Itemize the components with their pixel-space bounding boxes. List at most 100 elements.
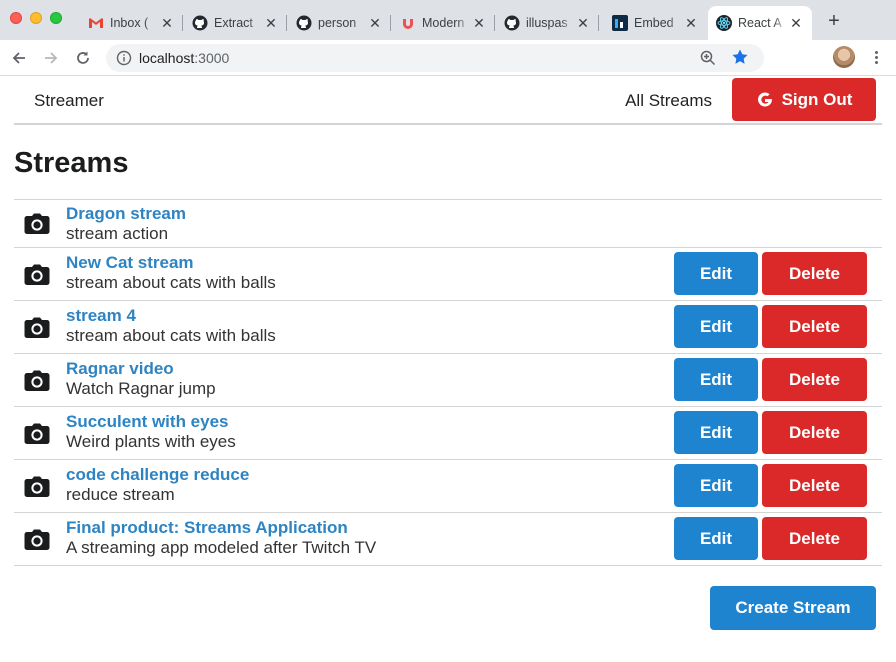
app-page: Streamer All Streams Sign Out Streams Dr… (0, 77, 896, 662)
delete-stream-button[interactable]: Delete (762, 252, 867, 295)
edit-stream-button[interactable]: Edit (674, 517, 758, 560)
stream-list-item: Dragon stream stream action (14, 200, 882, 248)
forward-arrow-icon[interactable] (40, 47, 62, 69)
stream-text: code challenge reduce reduce stream (66, 465, 249, 505)
delete-stream-button[interactable]: Delete (762, 517, 867, 560)
stream-description: Watch Ragnar jump (66, 379, 216, 398)
github-icon (296, 15, 312, 31)
github-icon (192, 15, 208, 31)
browser-tab-github-extract[interactable]: Extract ✕ (184, 6, 287, 40)
zoom-icon[interactable] (700, 50, 716, 71)
camera-icon (24, 317, 50, 339)
browser-menu-kebab-icon[interactable] (868, 46, 884, 68)
sign-out-button[interactable]: Sign Out (732, 78, 876, 121)
profile-avatar[interactable] (833, 46, 855, 68)
info-icon[interactable] (116, 50, 132, 66)
stream-text: Succulent with eyes Weird plants with eye… (66, 412, 236, 452)
bookmark-star-icon[interactable] (731, 48, 749, 71)
delete-stream-button[interactable]: Delete (762, 305, 867, 348)
stream-title-link[interactable]: Ragnar video (66, 359, 216, 379)
close-window-button[interactable] (10, 12, 22, 24)
delete-stream-button[interactable]: Delete (762, 411, 867, 454)
tab-title: Modern (422, 16, 465, 30)
sign-out-label: Sign Out (781, 89, 853, 109)
browser-tab-github-person[interactable]: person ✕ (288, 6, 391, 40)
browser-tab-udemy[interactable]: Modern ✕ (392, 6, 495, 40)
tab-title: Embed (634, 16, 674, 30)
stream-title-link[interactable]: stream 4 (66, 306, 276, 326)
tab-title: Extract (214, 16, 253, 30)
browser-tab-github-illuspas[interactable]: illuspas ✕ (496, 6, 599, 40)
github-icon (504, 15, 520, 31)
create-stream-button[interactable]: Create Stream (710, 586, 876, 630)
page-title: Streams (14, 147, 129, 179)
tab-title: Inbox ( (110, 16, 149, 30)
back-arrow-icon[interactable] (8, 47, 30, 69)
google-icon (757, 91, 772, 106)
stream-list-item: code challenge reduce reduce stream Edit De… (14, 460, 882, 513)
delete-stream-button[interactable]: Delete (762, 358, 867, 401)
stream-list-item: New Cat stream stream about cats with bal… (14, 248, 882, 301)
react-icon (716, 15, 732, 31)
url-text: localhost:3000 (139, 50, 230, 66)
edit-stream-button[interactable]: Edit (674, 252, 758, 295)
tab-close-icon[interactable]: ✕ (788, 15, 804, 32)
stream-title-link[interactable]: Succulent with eyes (66, 412, 236, 432)
maximize-window-button[interactable] (50, 12, 62, 24)
tab-title: illuspas (526, 16, 568, 30)
stream-title-link[interactable]: Final product: Streams Application (66, 518, 376, 538)
browser-tab-strip: Inbox ( ✕ Extract ✕ person ✕ Modern ✕ il… (0, 0, 896, 40)
stream-text: New Cat stream stream about cats with bal… (66, 253, 276, 293)
new-tab-plus-icon[interactable]: + (824, 9, 844, 33)
app-icon (612, 15, 628, 31)
stream-title-link[interactable]: New Cat stream (66, 253, 276, 273)
stream-list: Dragon stream stream action New Cat stream… (14, 199, 882, 566)
udemy-icon (400, 15, 416, 31)
camera-icon (24, 264, 50, 286)
edit-stream-button[interactable]: Edit (674, 411, 758, 454)
stream-list-item: stream 4 stream about cats with balls Edit… (14, 301, 882, 354)
stream-list-item: Succulent with eyes Weird plants with eye… (14, 407, 882, 460)
tab-close-icon[interactable]: ✕ (263, 15, 279, 32)
stream-title-link[interactable]: Dragon stream (66, 204, 186, 224)
browser-tab-embed[interactable]: Embed ✕ (604, 6, 707, 40)
browser-toolbar: localhost:3000 (0, 40, 896, 103)
all-streams-link[interactable]: All Streams (625, 91, 712, 111)
delete-stream-button[interactable]: Delete (762, 464, 867, 507)
tab-close-icon[interactable]: ✕ (159, 15, 175, 32)
stream-description: Weird plants with eyes (66, 432, 236, 451)
camera-icon (24, 213, 50, 235)
reload-icon[interactable] (72, 47, 94, 69)
stream-description: A streaming app modeled after Twitch TV (66, 538, 377, 557)
app-header-menu: Streamer All Streams Sign Out (14, 77, 882, 125)
camera-icon (24, 476, 50, 498)
stream-title-link[interactable]: code challenge reduce (66, 465, 249, 485)
brand-link[interactable]: Streamer (34, 91, 104, 111)
tab-close-icon[interactable]: ✕ (367, 15, 383, 32)
stream-text: stream 4 stream about cats with balls (66, 306, 276, 346)
edit-stream-button[interactable]: Edit (674, 305, 758, 348)
edit-stream-button[interactable]: Edit (674, 464, 758, 507)
tab-close-icon[interactable]: ✕ (575, 15, 591, 32)
browser-tab-gmail[interactable]: Inbox ( ✕ (80, 6, 183, 40)
tab-title: person (318, 16, 357, 30)
camera-icon (24, 423, 50, 445)
tab-close-icon[interactable]: ✕ (683, 15, 699, 32)
browser-tab-react-active[interactable]: React A ✕ (708, 6, 812, 40)
stream-list-item: Final product: Streams Application A stre… (14, 513, 882, 566)
edit-stream-button[interactable]: Edit (674, 358, 758, 401)
stream-text: Dragon stream stream action (66, 204, 186, 244)
stream-description: stream about cats with balls (66, 273, 276, 292)
stream-text: Final product: Streams Application A stre… (66, 518, 376, 558)
minimize-window-button[interactable] (30, 12, 42, 24)
stream-description: stream action (66, 224, 169, 243)
camera-icon (24, 370, 50, 392)
stream-description: stream about cats with balls (66, 326, 276, 345)
tab-close-icon[interactable]: ✕ (471, 15, 487, 32)
stream-list-item: Ragnar video Watch Ragnar jump Edit Delete (14, 354, 882, 407)
stream-description: reduce stream (66, 485, 175, 504)
gmail-icon (88, 15, 104, 31)
address-bar[interactable]: localhost:3000 (106, 44, 764, 72)
tab-title: React A (738, 16, 782, 30)
camera-icon (24, 529, 50, 551)
